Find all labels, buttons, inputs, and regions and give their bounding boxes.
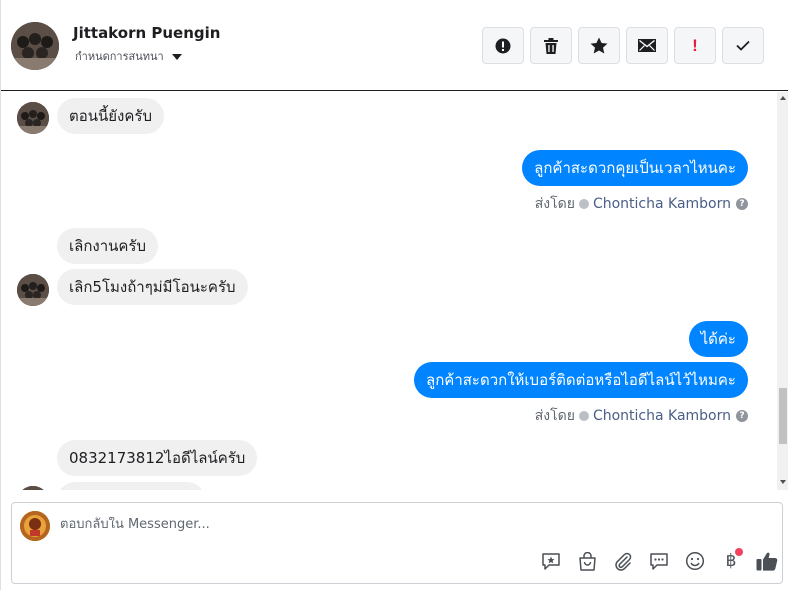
quick-message-button[interactable] <box>641 549 677 573</box>
scroll-up-arrow-icon[interactable] <box>780 96 786 100</box>
agent-badge-icon <box>578 199 589 209</box>
attach-file-button[interactable] <box>605 549 641 573</box>
message-incoming[interactable]: เลิก5โมงถ้าๆม่มีโอนะครับ <box>57 269 248 305</box>
composer-toolbar: ฿ <box>533 548 785 573</box>
chat-bubble-icon <box>650 552 668 570</box>
scroll-thumb[interactable] <box>779 388 787 444</box>
conversation-panel: Jittakorn Puengin กำหนดการสนทนา ! ตอนนี้… <box>0 0 788 590</box>
saved-reply-button[interactable] <box>533 549 569 573</box>
notification-dot <box>735 548 743 556</box>
contact-avatar-small <box>17 102 49 134</box>
emoji-button[interactable] <box>677 549 713 573</box>
shop-bag-icon <box>578 551 596 571</box>
contact-avatar[interactable] <box>11 22 59 70</box>
message-incoming[interactable]: เลิกงานครับ <box>57 228 159 264</box>
reply-composer: ฿ <box>11 502 783 584</box>
message-outgoing[interactable]: ลูกค้าสะดวกให้เบอร์ติดต่อหรือไอดีไลน์ไว้… <box>414 362 748 398</box>
mark-unread-button[interactable] <box>626 27 668 64</box>
thumbs-up-icon <box>756 552 778 571</box>
header-actions: ! <box>482 27 770 64</box>
smiley-icon <box>685 551 705 571</box>
contact-name[interactable]: Jittakorn Puengin <box>73 24 220 42</box>
alert-circle-icon <box>495 38 511 53</box>
delete-button[interactable] <box>530 27 572 64</box>
message-outgoing[interactable]: ได้ค่ะ <box>688 321 748 357</box>
send-like-button[interactable] <box>749 549 785 573</box>
sent-by-line: ส่งโดย Chonticha Kamborn ? <box>535 193 748 215</box>
exclamation-icon: ! <box>692 35 698 55</box>
reply-input[interactable] <box>60 517 660 532</box>
mark-done-button[interactable] <box>722 27 764 64</box>
paperclip-icon <box>615 552 632 571</box>
saved-reply-icon <box>542 552 560 570</box>
assign-label: กำหนดการสนทนา <box>75 50 164 63</box>
star-button[interactable] <box>578 27 620 64</box>
message-incoming-partial[interactable] <box>57 482 205 490</box>
conversation-header: Jittakorn Puengin กำหนดการสนทนา ! <box>1 0 788 91</box>
spam-button[interactable] <box>482 27 524 64</box>
follow-up-button[interactable]: ! <box>674 27 716 64</box>
agent-name-link[interactable]: Chonticha Kamborn <box>593 196 731 212</box>
message-incoming[interactable]: 0832173812ไอดีไลน์ครับ <box>57 440 258 476</box>
sent-by-prefix: ส่งโดย <box>534 408 575 424</box>
scroll-down-arrow-icon[interactable] <box>780 480 786 484</box>
sent-by-line: ส่งโดย Chonticha Kamborn ? <box>535 405 748 427</box>
checkmark-icon <box>736 40 750 51</box>
envelope-icon <box>638 39 656 52</box>
help-icon[interactable]: ? <box>736 198 748 210</box>
thread-scrollbar[interactable] <box>777 92 788 490</box>
caret-down-icon <box>171 53 182 60</box>
sent-by-prefix: ส่งโดย <box>534 196 575 212</box>
shop-button[interactable] <box>569 549 605 573</box>
star-icon <box>590 37 608 54</box>
agent-name-link[interactable]: Chonticha Kamborn <box>593 408 731 424</box>
message-incoming[interactable]: ตอนนี้ยังครับ <box>57 98 164 134</box>
contact-avatar-small <box>17 486 49 490</box>
contact-avatar-small <box>17 274 49 306</box>
page-avatar <box>20 511 50 541</box>
agent-badge-icon <box>578 411 589 421</box>
trash-icon <box>544 37 558 54</box>
message-outgoing[interactable]: ลูกค้าสะดวกคุยเป็นเวลาไหนคะ <box>522 150 748 186</box>
message-thread[interactable]: ตอนนี้ยังครับ ลูกค้าสะดวกคุยเป็นเวลาไหนค… <box>1 92 777 490</box>
assign-conversation-dropdown[interactable]: กำหนดการสนทนา <box>75 47 182 65</box>
help-icon[interactable]: ? <box>736 410 748 422</box>
payment-button[interactable]: ฿ <box>713 548 749 573</box>
